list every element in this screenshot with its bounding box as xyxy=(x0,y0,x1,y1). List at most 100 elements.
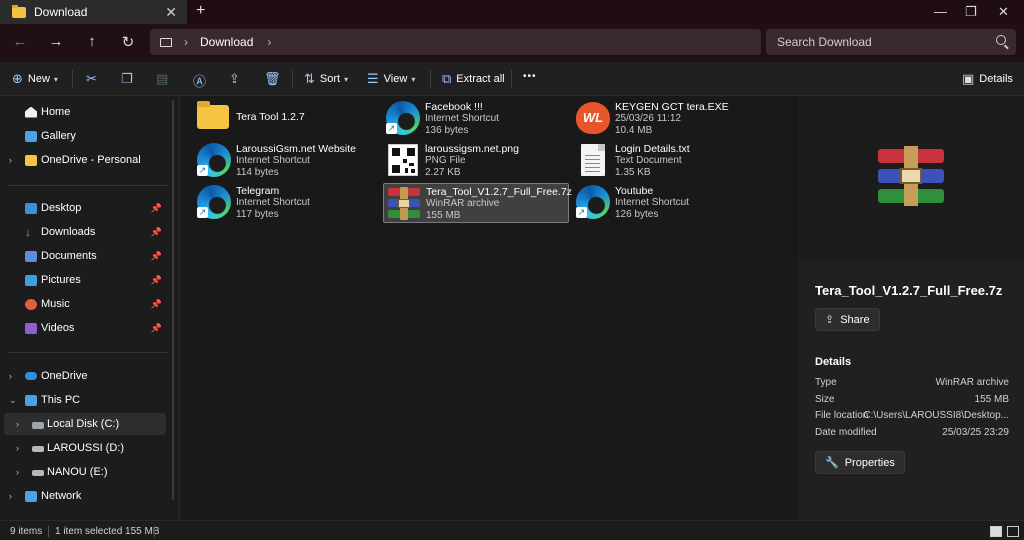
details-label: Details xyxy=(979,73,1013,85)
chevron-down-icon: ▾ xyxy=(344,74,349,84)
sidebar-item-gallery[interactable]: Gallery xyxy=(0,125,172,147)
sidebar-item-videos[interactable]: Videos 📌 xyxy=(0,317,172,339)
file-item-telegram[interactable]: ↗ Telegram Internet Shortcut 117 bytes xyxy=(194,183,380,223)
file-item-login-details[interactable]: Login Details.txt Text Document 1.35 KB xyxy=(573,141,759,181)
file-item-laroussigsm-png[interactable]: laroussigsm.net.png PNG File 2.27 KB xyxy=(383,141,569,181)
up-button[interactable]: ↑ xyxy=(82,33,102,50)
tab-label: Download xyxy=(34,5,88,19)
paste-icon[interactable]: ▤ xyxy=(156,71,168,87)
back-button[interactable]: ← xyxy=(10,33,30,50)
sidebar-item-music[interactable]: Music 📌 xyxy=(0,293,172,315)
share-icon[interactable]: ⇪ xyxy=(229,71,240,87)
chevron-right-icon[interactable]: › xyxy=(16,467,19,477)
divider xyxy=(511,70,512,88)
shortcut-arrow-icon: ↗ xyxy=(197,165,208,176)
breadcrumb-download[interactable]: Download xyxy=(200,35,253,49)
detail-value-location[interactable]: C:\Users\LAROUSSI8\Desktop... xyxy=(863,410,1009,421)
chevron-right-icon[interactable]: › xyxy=(16,419,19,429)
chevron-right-icon[interactable]: › xyxy=(9,371,12,381)
search-placeholder: Search Download xyxy=(777,35,872,49)
refresh-button[interactable]: ↻ xyxy=(118,33,138,51)
view-button[interactable]: ☰ View ▾ xyxy=(367,71,415,87)
rename-icon[interactable]: Ⓐ xyxy=(193,71,206,90)
close-window-button[interactable]: ✕ xyxy=(998,4,1009,20)
sidebar-item-desktop[interactable]: Desktop 📌 xyxy=(0,197,172,219)
command-bar: ⊕ New ▾ ✂ ❐ ▤ Ⓐ ⇪ 🗑 ⇅ Sort ▾ ☰ View ▾ ⧉ … xyxy=(0,62,1024,96)
file-item-tera-tool-folder[interactable]: Tera Tool 1.2.7 xyxy=(194,99,380,139)
pin-icon[interactable]: 📌 xyxy=(151,203,162,214)
pin-icon[interactable]: 📌 xyxy=(151,227,162,238)
sidebar-item-home[interactable]: Home xyxy=(0,101,172,123)
extract-all-button[interactable]: ⧉ Extract all xyxy=(442,71,505,87)
navigation-pane: Home Gallery › OneDrive - Personal Deskt… xyxy=(0,96,180,520)
sidebar-item-documents[interactable]: Documents 📌 xyxy=(0,245,172,267)
details-view-icon[interactable] xyxy=(990,526,1002,537)
file-item-keygen[interactable]: WL KEYGEN GCT tera.EXE 25/03/26 11:12 10… xyxy=(573,99,759,139)
pin-icon[interactable]: 📌 xyxy=(151,323,162,334)
share-icon: ⇪ xyxy=(825,314,835,326)
pc-icon xyxy=(160,37,172,47)
selection-info: 1 item selected 155 MB xyxy=(55,526,160,537)
folder-icon xyxy=(25,154,37,166)
sidebar-item-network[interactable]: › Network xyxy=(0,485,172,507)
tab-download[interactable]: Download ✕ xyxy=(0,0,187,24)
forward-button[interactable]: → xyxy=(46,33,66,50)
file-item-laroussigsm-website[interactable]: ↗ LaroussiGsm.net Website Internet Short… xyxy=(194,141,380,181)
divider xyxy=(8,185,168,186)
sidebar-item-onedrive[interactable]: › OneDrive xyxy=(0,365,172,387)
detail-value-size: 155 MB xyxy=(974,394,1009,405)
sort-button[interactable]: ⇅ Sort ▾ xyxy=(304,71,348,87)
sidebar-item-nanou-e[interactable]: › NANOU (E:) xyxy=(0,461,172,483)
chevron-right-icon[interactable]: › xyxy=(9,155,12,165)
properties-button[interactable]: 🔧 Properties xyxy=(815,451,905,474)
divider xyxy=(292,70,293,88)
sidebar-item-laroussi-d[interactable]: › LAROUSSI (D:) xyxy=(0,437,172,459)
text-file-icon xyxy=(581,144,605,176)
extract-label: Extract all xyxy=(456,73,505,85)
extract-icon: ⧉ xyxy=(442,71,452,86)
sidebar-item-local-disk-c[interactable]: › Local Disk (C:) xyxy=(4,413,166,435)
qr-image-icon xyxy=(388,144,418,176)
details-pane: Tera_Tool_V1.2.7_Full_Free.7z ⇪ Share De… xyxy=(799,96,1024,520)
pin-icon[interactable]: 📌 xyxy=(151,251,162,262)
chevron-right-icon[interactable]: › xyxy=(16,443,19,453)
sidebar-item-downloads[interactable]: ↓ Downloads 📌 xyxy=(0,221,172,243)
share-button[interactable]: ⇪ Share xyxy=(815,308,880,331)
view-label: View xyxy=(383,73,408,85)
music-icon xyxy=(25,298,37,310)
divider xyxy=(430,70,431,88)
tiles-view-icon[interactable] xyxy=(1007,526,1019,537)
file-item-facebook[interactable]: ↗ Facebook !!! Internet Shortcut 136 byt… xyxy=(383,99,569,139)
address-bar[interactable]: › Download › xyxy=(150,29,761,55)
details-toggle-button[interactable]: ▣ Details xyxy=(962,71,1013,87)
divider xyxy=(154,526,155,537)
wrench-icon: 🔧 xyxy=(825,457,839,469)
pin-icon[interactable]: 📌 xyxy=(151,275,162,286)
cut-icon[interactable]: ✂ xyxy=(86,71,97,87)
chevron-right-icon[interactable]: › xyxy=(9,491,12,501)
new-tab-button[interactable]: + xyxy=(196,2,205,20)
file-item-youtube[interactable]: ↗ Youtube Internet Shortcut 126 bytes xyxy=(573,183,759,223)
sidebar-item-this-pc[interactable]: ⌄ This PC xyxy=(0,389,172,411)
maximize-button[interactable]: ❐ xyxy=(965,4,977,20)
shortcut-arrow-icon: ↗ xyxy=(576,207,587,218)
file-item-tera-tool-archive[interactable]: Tera_Tool_V1.2.7_Full_Free.7z WinRAR arc… xyxy=(383,183,572,223)
chevron-down-icon[interactable]: ⌄ xyxy=(9,395,17,406)
sidebar-item-pictures[interactable]: Pictures 📌 xyxy=(0,269,172,291)
shortcut-arrow-icon: ↗ xyxy=(386,123,397,134)
minimize-button[interactable]: — xyxy=(934,4,947,19)
pc-icon xyxy=(25,394,37,406)
more-options-button[interactable]: ••• xyxy=(523,71,537,82)
delete-icon[interactable]: 🗑 xyxy=(264,71,281,87)
close-tab-icon[interactable]: ✕ xyxy=(165,4,177,21)
copy-icon[interactable]: ❐ xyxy=(121,71,133,87)
cloud-icon xyxy=(25,372,37,380)
sidebar-scrollbar[interactable] xyxy=(172,100,174,500)
chevron-right-icon[interactable]: › xyxy=(267,35,271,49)
search-input[interactable]: Search Download xyxy=(766,29,1016,55)
detail-value-date-modified: 25/03/25 23:29 xyxy=(942,427,1009,438)
pin-icon[interactable]: 📌 xyxy=(151,299,162,310)
sidebar-item-onedrive-personal[interactable]: › OneDrive - Personal xyxy=(0,149,172,171)
network-icon xyxy=(25,490,37,502)
new-button[interactable]: ⊕ New ▾ xyxy=(12,71,58,87)
